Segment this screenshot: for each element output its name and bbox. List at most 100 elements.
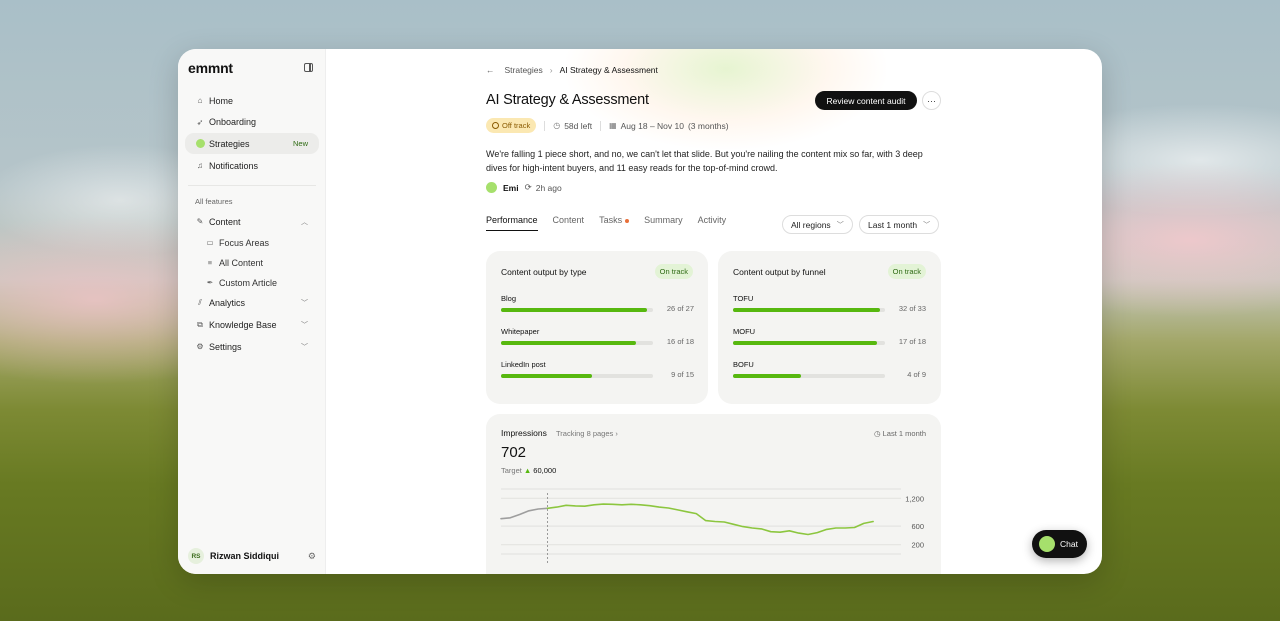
review-content-audit-button[interactable]: Review content audit	[815, 91, 917, 110]
more-options-button[interactable]: ···	[922, 91, 941, 110]
progress-row: TOFU 32 of 33	[733, 294, 926, 313]
home-icon: ⌂	[197, 96, 203, 105]
sidebar-subitem-custom-article[interactable]: ✒ Custom Article	[185, 273, 319, 293]
tab-tasks[interactable]: Tasks	[599, 215, 630, 231]
divider	[600, 120, 602, 131]
progress-fill	[733, 308, 881, 312]
page-title: AI Strategy & Assessment	[486, 92, 649, 108]
tab-performance[interactable]: Performance	[486, 215, 538, 231]
app-window: emmnt ⌂ Home ➶ Onboarding Strategies New…	[178, 49, 1102, 574]
card-title: Content output by funnel	[733, 267, 826, 277]
user-profile[interactable]: RS Rizwan Siddiqui ⚙	[188, 548, 316, 564]
progress-fill	[733, 341, 877, 345]
progress-row: BOFU 4 of 9	[733, 360, 926, 379]
sidebar-subitem-all-content[interactable]: ≡ All Content	[185, 253, 319, 273]
chevron-down-icon: ﹀	[301, 321, 308, 329]
row-count: 26 of 27	[666, 304, 694, 313]
sidebar-item-analytics[interactable]: ⫽ Analytics ﹀	[185, 293, 319, 314]
sidebar-item-knowledge-base[interactable]: ⧉ Knowledge Base ﹀	[185, 314, 319, 335]
sidebar-item-label: Onboarding	[209, 117, 257, 128]
days-left: 58d left	[564, 120, 593, 131]
progress-track	[501, 308, 653, 312]
status-label: Off track	[502, 121, 531, 130]
avatar: RS	[188, 548, 204, 564]
sidebar-nav: ⌂ Home ➶ Onboarding Strategies New ♫ Not…	[185, 90, 319, 358]
chat-label: Chat	[1060, 539, 1078, 549]
monitor-icon: ▭	[206, 238, 214, 248]
region-filter[interactable]: All regions ﹀	[782, 215, 853, 234]
sidebar-item-strategies[interactable]: Strategies New	[185, 133, 319, 155]
sidebar-subitem-focus-areas[interactable]: ▭ Focus Areas	[185, 233, 319, 253]
notification-dot	[625, 218, 630, 223]
content-by-funnel-card: Content output by funnel On track TOFU 3…	[718, 251, 941, 404]
y-tick-label: 1,200	[905, 494, 924, 503]
progress-track	[501, 374, 653, 378]
row-count: 17 of 18	[898, 337, 926, 346]
refresh-icon: ⟳	[524, 182, 532, 192]
sidebar-item-label: Notifications	[209, 160, 259, 171]
content-by-type-card: Content output by type On track Blog 26 …	[486, 251, 708, 404]
y-tick-label: 200	[911, 541, 924, 550]
period-filter-label: Last 1 month	[868, 219, 918, 230]
gear-icon: ⚙	[196, 342, 204, 352]
tab-content[interactable]: Content	[553, 215, 585, 231]
region-filter-label: All regions	[791, 219, 831, 230]
author-row: Emi ⟳ 2h ago	[486, 182, 562, 193]
chevron-down-icon: ﹀	[301, 300, 308, 308]
row-count: 32 of 33	[898, 304, 926, 313]
author-time: 2h ago	[535, 182, 562, 193]
row-label: LinkedIn post	[501, 360, 546, 369]
emi-avatar	[486, 182, 497, 193]
progress-fill	[733, 374, 801, 378]
chevron-up-icon: ︿	[301, 218, 308, 226]
progress-row: Whitepaper 16 of 18	[501, 327, 694, 346]
duration: (3 months)	[687, 120, 729, 131]
progress-track	[501, 341, 653, 345]
sidebar-item-label: Focus Areas	[219, 237, 270, 248]
divider	[188, 185, 316, 187]
progress-row: LinkedIn post 9 of 15	[501, 360, 694, 379]
sidebar-item-label: Knowledge Base	[209, 319, 277, 330]
sidebar-item-label: Custom Article	[219, 277, 278, 288]
emi-avatar	[1039, 536, 1055, 552]
tab-activity[interactable]: Activity	[698, 215, 727, 231]
chevron-right-icon: ›	[549, 65, 553, 75]
sidebar-item-label: Content	[209, 216, 241, 227]
breadcrumb: ← Strategies › AI Strategy & Assessment	[486, 65, 658, 75]
gear-icon[interactable]: ⚙	[308, 551, 316, 562]
user-name: Rizwan Siddiqui	[210, 551, 279, 561]
edit-icon: ✎	[196, 217, 204, 227]
sidebar-toggle-icon[interactable]	[304, 63, 313, 72]
status-badge: On track	[887, 264, 926, 279]
progress-fill	[501, 341, 637, 345]
breadcrumb-parent[interactable]: Strategies	[505, 65, 543, 75]
row-count: 4 of 9	[907, 370, 926, 379]
sidebar-item-label: Settings	[209, 341, 242, 352]
progress-track	[733, 374, 885, 378]
list-icon: ≡	[207, 258, 213, 268]
back-arrow-icon[interactable]: ←	[486, 65, 495, 75]
chevron-down-icon: ﹀	[836, 221, 844, 229]
logo: emmnt	[188, 60, 233, 76]
clock-icon	[492, 122, 499, 129]
status-badge: Off track	[486, 118, 537, 133]
row-count: 16 of 18	[666, 337, 694, 346]
strategy-description: We're falling 1 piece short, and no, we …	[486, 149, 923, 173]
y-tick-label: 600	[911, 522, 924, 531]
tab-summary[interactable]: Summary	[644, 215, 683, 231]
chat-button[interactable]: Chat	[1032, 530, 1087, 558]
sidebar-item-onboarding[interactable]: ➶ Onboarding	[185, 112, 319, 133]
status-badge: On track	[654, 264, 693, 279]
sidebar-item-notifications[interactable]: ♫ Notifications	[185, 155, 319, 176]
sidebar-item-settings[interactable]: ⚙ Settings ﹀	[185, 336, 319, 357]
progress-track	[733, 341, 885, 345]
progress-fill	[501, 374, 593, 378]
row-label: MOFU	[733, 327, 756, 336]
impressions-card: Impressions Tracking 8 pages › ◷ Last 1 …	[486, 414, 941, 574]
new-badge: New	[292, 139, 308, 149]
progress-row: MOFU 17 of 18	[733, 327, 926, 346]
sidebar-item-home[interactable]: ⌂ Home	[185, 90, 319, 111]
period-filter[interactable]: Last 1 month ﹀	[859, 215, 940, 234]
sidebar-item-content[interactable]: ✎ Content ︿	[185, 211, 319, 232]
card-title: Content output by type	[501, 267, 587, 277]
